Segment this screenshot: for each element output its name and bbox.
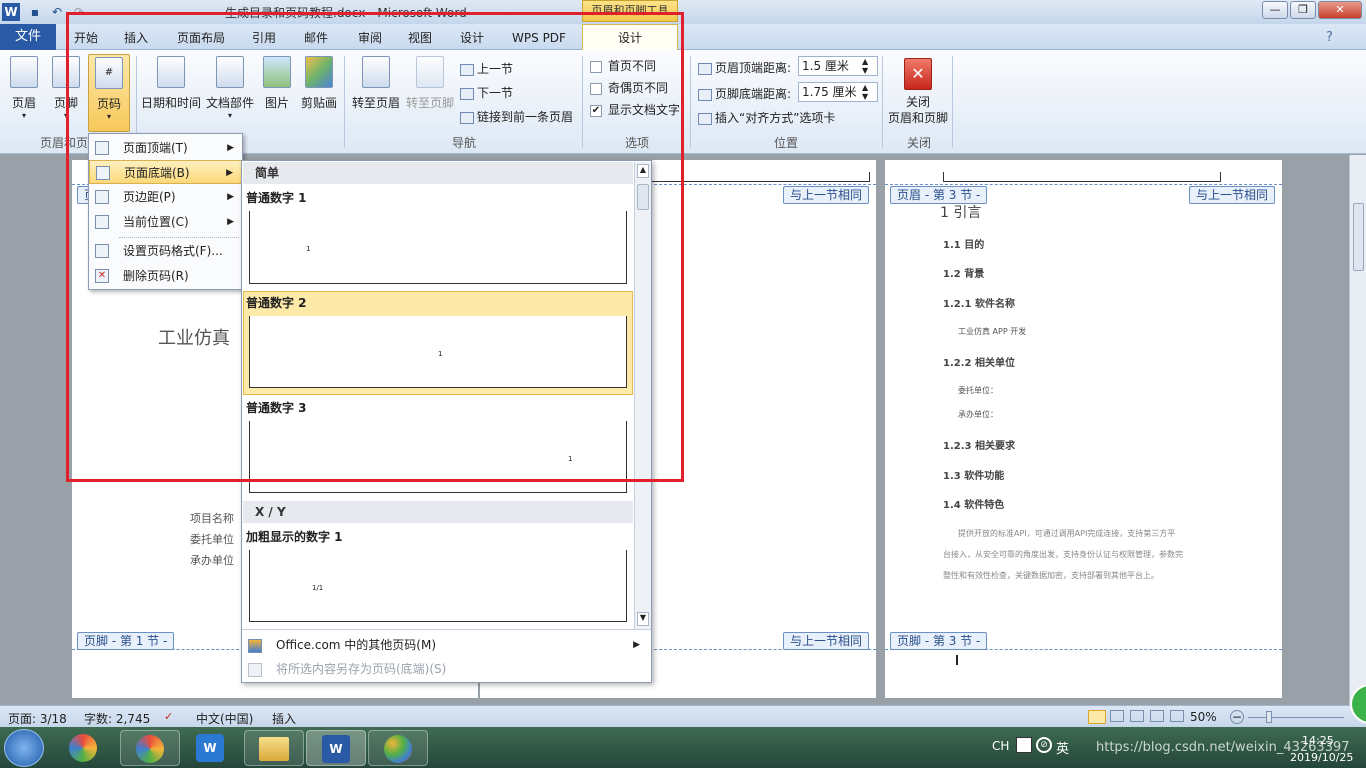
footer-distance-spinner[interactable]: ▲ ▼ <box>862 83 868 101</box>
save-selection-as-page-number[interactable]: 将所选内容另存为页码(底端)(S) <box>248 659 646 679</box>
outline-icon[interactable] <box>1150 710 1164 722</box>
language-status[interactable]: 中文(中国) <box>196 710 253 727</box>
header-distance-spinner[interactable]: ▲ ▼ <box>862 57 868 75</box>
ime-mode[interactable]: 英 <box>1056 738 1069 757</box>
header-boundary <box>885 184 1282 185</box>
header-button[interactable]: 页眉 ▾ <box>6 56 42 120</box>
input-language[interactable]: CH <box>992 739 1009 753</box>
save-icon[interactable]: ▪ <box>26 3 44 21</box>
field-client: 委托单位 <box>190 533 234 546</box>
toc-entry: 1.3 软件功能 <box>943 471 1005 482</box>
vertical-scrollbar[interactable] <box>1349 155 1366 705</box>
gallery-item-name: 加粗显示的数字 1 <box>246 530 343 544</box>
close-icon: ✕ <box>904 58 932 90</box>
footer-tag-page-1: 页脚 - 第 1 节 - <box>77 632 175 650</box>
word-icon[interactable]: W <box>2 3 20 21</box>
taskbar-browser-button[interactable] <box>120 730 180 766</box>
folder-icon <box>259 737 289 761</box>
footer-distance-icon <box>698 88 712 101</box>
word-count[interactable]: 字数: 2,745 <box>84 710 150 727</box>
header-distance-icon <box>698 62 712 75</box>
minimize-button[interactable]: — <box>1262 1 1288 19</box>
word-taskbar-icon: W <box>322 735 350 763</box>
taskbar-wps-button[interactable]: W <box>182 730 238 766</box>
taskbar-paint-button[interactable] <box>368 730 428 766</box>
body-text: 工业仿真 APP 开发 <box>958 327 1027 336</box>
ribbon-separator <box>952 56 953 148</box>
insert-alignment-tab-button[interactable]: 插入“对齐方式”选项卡 <box>698 109 835 126</box>
scroll-down-icon[interactable]: ▼ <box>637 612 649 626</box>
word-window: W ▪ ↶ ↷ 生成目录和页码教程.docx - Microsoft Word … <box>0 0 1366 768</box>
toc-entry: 1.2 背景 <box>943 269 985 280</box>
group-label-close: 关闭 <box>906 136 931 150</box>
text-cursor <box>956 655 958 665</box>
header-line <box>943 172 1221 182</box>
header-icon <box>10 56 38 88</box>
paint-icon <box>384 735 412 763</box>
gallery-separator <box>242 629 651 630</box>
paragraph-line: 台接入，从安全可靠的角度出发，支持身份认证与权限管理，参数完 <box>943 550 1183 559</box>
annotation-highlight-box <box>66 12 684 482</box>
footer-distance-label: 页脚底端距离: <box>698 85 791 102</box>
print-layout-icon[interactable] <box>1088 710 1106 724</box>
gallery-section-xy: X / Y <box>243 501 633 523</box>
tab-file[interactable]: 文件 <box>0 24 56 50</box>
footer-tag-page-3: 页脚 - 第 3 节 - <box>890 632 988 650</box>
zoom-slider-thumb[interactable] <box>1266 711 1272 723</box>
clock-date[interactable]: 2019/10/25 <box>1290 751 1353 764</box>
clock-time[interactable]: 14:25 <box>1302 734 1334 747</box>
help-icon[interactable]: ? <box>1326 30 1333 45</box>
scroll-thumb[interactable] <box>1353 203 1364 271</box>
save-gallery-icon <box>248 662 262 677</box>
paragraph-line: 整性和有效性检查，关键数据加密，支持部署到其他平台上。 <box>943 571 1159 580</box>
taskbar-explorer-button[interactable] <box>244 730 304 766</box>
alignment-tab-icon <box>698 112 712 125</box>
zoom-level[interactable]: 50% <box>1190 710 1217 724</box>
same-as-previous-tag: 与上一节相同 <box>783 186 870 204</box>
insert-mode[interactable]: 插入 <box>272 710 296 727</box>
toc-entry: 1.1 目的 <box>943 240 985 251</box>
maximize-button[interactable]: ❐ <box>1290 1 1316 19</box>
close-window-button[interactable]: ✕ <box>1318 1 1362 19</box>
body-text: 委托单位： <box>958 386 998 395</box>
gallery-item-bold-number-1[interactable]: 1/1 <box>249 550 627 622</box>
browser-icon <box>136 735 164 763</box>
ribbon-separator <box>882 56 883 148</box>
zoom-slider[interactable] <box>1248 717 1344 718</box>
same-as-previous-tag: 与上一节相同 <box>1189 186 1276 204</box>
web-layout-icon[interactable] <box>1130 710 1144 722</box>
status-bar: 页面: 3/18 字数: 2,745 ✓ 中文(中国) 插入 50% − <box>0 705 1366 727</box>
field-project-name: 项目名称 <box>190 512 234 525</box>
submenu-arrow-icon: ▶ <box>633 640 640 650</box>
more-page-numbers-office-com[interactable]: Office.com 中的其他页码(M) ▶ <box>248 635 646 655</box>
toc-entry: 1.2.2 相关单位 <box>943 358 1015 369</box>
body-text: 承办单位： <box>958 410 998 419</box>
group-label-position: 位置 <box>773 136 798 150</box>
paragraph-line: 提供开放的标准API，可通过调用API完成连接，支持第三方平 <box>958 529 1176 538</box>
close-header-footer-button[interactable]: ✕ 关闭 页眉和页脚 <box>886 58 950 126</box>
wps-icon: W <box>196 734 224 762</box>
chapter-heading: 1 引言 <box>940 205 982 221</box>
same-as-previous-tag: 与上一节相同 <box>783 632 870 650</box>
field-contractor: 承办单位 <box>190 554 234 567</box>
header-distance-label: 页眉顶端距离: <box>698 59 791 76</box>
start-button[interactable] <box>4 729 44 767</box>
zoom-out-icon[interactable]: − <box>1230 710 1244 724</box>
office-com-icon <box>248 638 262 653</box>
no-symbol-icon[interactable]: ⊘ <box>1036 737 1052 753</box>
toc-entry: 1.2.3 相关要求 <box>943 441 1015 452</box>
toc-entry: 1.2.1 软件名称 <box>943 299 1015 310</box>
undo-icon[interactable]: ↶ <box>48 3 66 21</box>
taskbar-app-icon[interactable] <box>56 730 110 766</box>
ribbon-separator <box>690 56 691 148</box>
full-screen-reading-icon[interactable] <box>1110 710 1124 722</box>
taskbar-word-button[interactable]: W <box>306 730 366 766</box>
proofing-icon[interactable]: ✓ <box>164 710 173 723</box>
page-count[interactable]: 页面: 3/18 <box>8 710 67 727</box>
draft-icon[interactable] <box>1170 710 1184 722</box>
toc-entry: 1.4 软件特色 <box>943 500 1005 511</box>
ime-keyboard-icon[interactable] <box>1016 737 1032 753</box>
